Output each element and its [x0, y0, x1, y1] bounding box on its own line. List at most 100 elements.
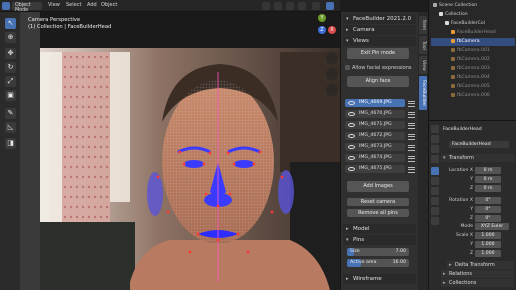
- outliner-row[interactable]: fbCamera.003: [431, 65, 515, 73]
- pivot-icon[interactable]: [274, 2, 282, 10]
- scene-properties-icon[interactable]: [431, 155, 439, 163]
- editor-type-icon[interactable]: [2, 2, 10, 10]
- delta-transform-header[interactable]: ▸ Delta Transform: [447, 261, 514, 269]
- exit-pin-mode-button[interactable]: Exit Pin mode: [347, 48, 409, 59]
- outliner-row[interactable]: fbCamera: [431, 38, 515, 46]
- scale-z-field[interactable]: 1.000: [475, 250, 501, 257]
- camera-list-item[interactable]: IMG_4670.JPG: [345, 110, 405, 118]
- transform-orientation-icon[interactable]: [262, 2, 270, 10]
- visibility-icon[interactable]: [312, 2, 320, 10]
- scale-tool[interactable]: ⤢: [5, 76, 16, 87]
- add-images-button[interactable]: Add Images: [347, 181, 409, 192]
- eye-icon[interactable]: [348, 101, 355, 105]
- output-properties-icon[interactable]: [431, 145, 439, 153]
- physics-properties-icon[interactable]: [431, 187, 439, 195]
- camera-menu-icon[interactable]: [408, 165, 415, 173]
- outliner-row[interactable]: fbCamera.001: [431, 47, 515, 55]
- camera-menu-icon[interactable]: [408, 132, 415, 140]
- add-cube-tool[interactable]: ◨: [5, 138, 16, 149]
- camera-list-item[interactable]: IMG_4674.JPG: [345, 154, 405, 162]
- 3d-viewport[interactable]: Camera Perspective (1) Collection | Face…: [20, 12, 340, 290]
- camera-list-item[interactable]: IMG_4671.JPG: [345, 121, 405, 129]
- outliner-row[interactable]: fbCamera.004: [431, 74, 515, 82]
- relations-header[interactable]: ▸ Relations: [441, 270, 514, 278]
- outliner-row[interactable]: fbCamera.002: [431, 56, 515, 64]
- proportional-edit-icon[interactable]: [298, 2, 306, 10]
- section-wireframe[interactable]: ▸ Wireframe: [343, 274, 416, 284]
- measure-tool[interactable]: ◺: [5, 122, 16, 133]
- rotate-tool[interactable]: ↻: [5, 62, 16, 73]
- outliner-row[interactable]: FaceBuilderCol: [431, 20, 515, 28]
- tab-tool[interactable]: Tool: [419, 36, 427, 54]
- modifier-properties-icon[interactable]: [431, 177, 439, 185]
- reset-camera-button[interactable]: Reset camera: [347, 198, 409, 206]
- panel-header[interactable]: ▾ FaceBuilder 2021.2.0: [343, 14, 416, 24]
- cursor-tool[interactable]: ⊕: [5, 32, 16, 43]
- tab-item[interactable]: Item: [419, 16, 427, 34]
- snap-icon[interactable]: [286, 2, 294, 10]
- remove-pins-button[interactable]: Remove all pins: [347, 209, 409, 217]
- move-tool[interactable]: ✥: [5, 48, 16, 59]
- eye-icon[interactable]: [348, 123, 355, 127]
- eye-icon[interactable]: [348, 167, 355, 171]
- scale-y-field[interactable]: 1.000: [475, 241, 501, 248]
- camera-list-item[interactable]: IMG_4675.JPG: [345, 165, 405, 173]
- menu-add[interactable]: Add: [87, 2, 97, 8]
- location-y-field[interactable]: 0 m: [475, 176, 501, 183]
- object-name-field[interactable]: FaceBuilderHead: [449, 141, 509, 148]
- align-face-button[interactable]: Align face: [347, 76, 409, 87]
- section-views[interactable]: ▾ Views: [343, 36, 416, 46]
- menu-select[interactable]: Select: [66, 2, 81, 8]
- constraints-properties-icon[interactable]: [431, 197, 439, 205]
- gizmo-y-icon[interactable]: Y: [318, 14, 326, 22]
- menu-object[interactable]: Object: [101, 2, 117, 8]
- location-x-field[interactable]: 0 m: [475, 167, 501, 174]
- rotation-y-field[interactable]: 0°: [475, 206, 501, 213]
- rotation-x-field[interactable]: 0°: [475, 197, 501, 204]
- material-properties-icon[interactable]: [431, 217, 439, 225]
- camera-menu-icon[interactable]: [408, 121, 415, 129]
- zoom-icon[interactable]: [326, 52, 338, 64]
- section-pins[interactable]: ▾ Pins: [343, 235, 416, 245]
- tab-facebuilder[interactable]: FaceBuilder: [419, 76, 427, 110]
- outliner-row[interactable]: Collection: [431, 11, 515, 19]
- rotation-z-field[interactable]: 0°: [475, 215, 501, 222]
- eye-icon[interactable]: [348, 134, 355, 138]
- camera-menu-icon[interactable]: [408, 110, 415, 118]
- camera-list-item[interactable]: IMG_4673.JPG: [345, 143, 405, 151]
- location-z-field[interactable]: 0 m: [475, 185, 501, 192]
- transform-header[interactable]: ▾ Transform: [441, 154, 514, 162]
- tool-properties-icon[interactable]: [431, 125, 439, 133]
- camera-menu-icon[interactable]: [408, 154, 415, 162]
- tab-view[interactable]: View: [419, 56, 427, 74]
- eye-icon[interactable]: [348, 156, 355, 160]
- allow-expressions-row[interactable]: Allow facial expressions: [345, 64, 415, 72]
- outliner-row[interactable]: fbCamera.006: [431, 92, 515, 100]
- transform-tool[interactable]: ▣: [5, 90, 16, 101]
- collections-header[interactable]: ▸ Collections: [441, 279, 514, 287]
- overlays-icon[interactable]: [326, 2, 334, 10]
- camera-menu-icon[interactable]: [408, 99, 415, 107]
- object-properties-icon[interactable]: [431, 167, 439, 175]
- gizmo-z-icon[interactable]: Z: [318, 26, 326, 34]
- select-box-tool[interactable]: ↖: [5, 18, 16, 29]
- mode-dropdown[interactable]: Object Mode: [12, 2, 42, 13]
- camera-view-icon[interactable]: [326, 84, 338, 96]
- eye-icon[interactable]: [348, 112, 355, 116]
- data-properties-icon[interactable]: [431, 207, 439, 215]
- camera-list-item[interactable]: IMG_4672.JPG: [345, 132, 405, 140]
- section-camera[interactable]: ▸ Camera: [343, 25, 416, 35]
- gizmo-x-icon[interactable]: X: [328, 26, 336, 34]
- menu-view[interactable]: View: [48, 2, 60, 8]
- annotate-tool[interactable]: ✎: [5, 108, 16, 119]
- allow-expressions-checkbox[interactable]: [345, 65, 350, 70]
- navigation-gizmo[interactable]: Y X Z: [306, 14, 336, 44]
- active-area-slider[interactable]: Active area 16.00: [347, 259, 409, 267]
- camera-list-item[interactable]: IMG_4669.JPG: [345, 99, 405, 107]
- outliner-row[interactable]: Scene Collection: [431, 2, 515, 10]
- pan-hand-icon[interactable]: [326, 68, 338, 80]
- camera-menu-icon[interactable]: [408, 143, 415, 151]
- section-model[interactable]: ▸ Model: [343, 224, 416, 234]
- scale-x-field[interactable]: 1.000: [475, 232, 501, 239]
- render-properties-icon[interactable]: [431, 135, 439, 143]
